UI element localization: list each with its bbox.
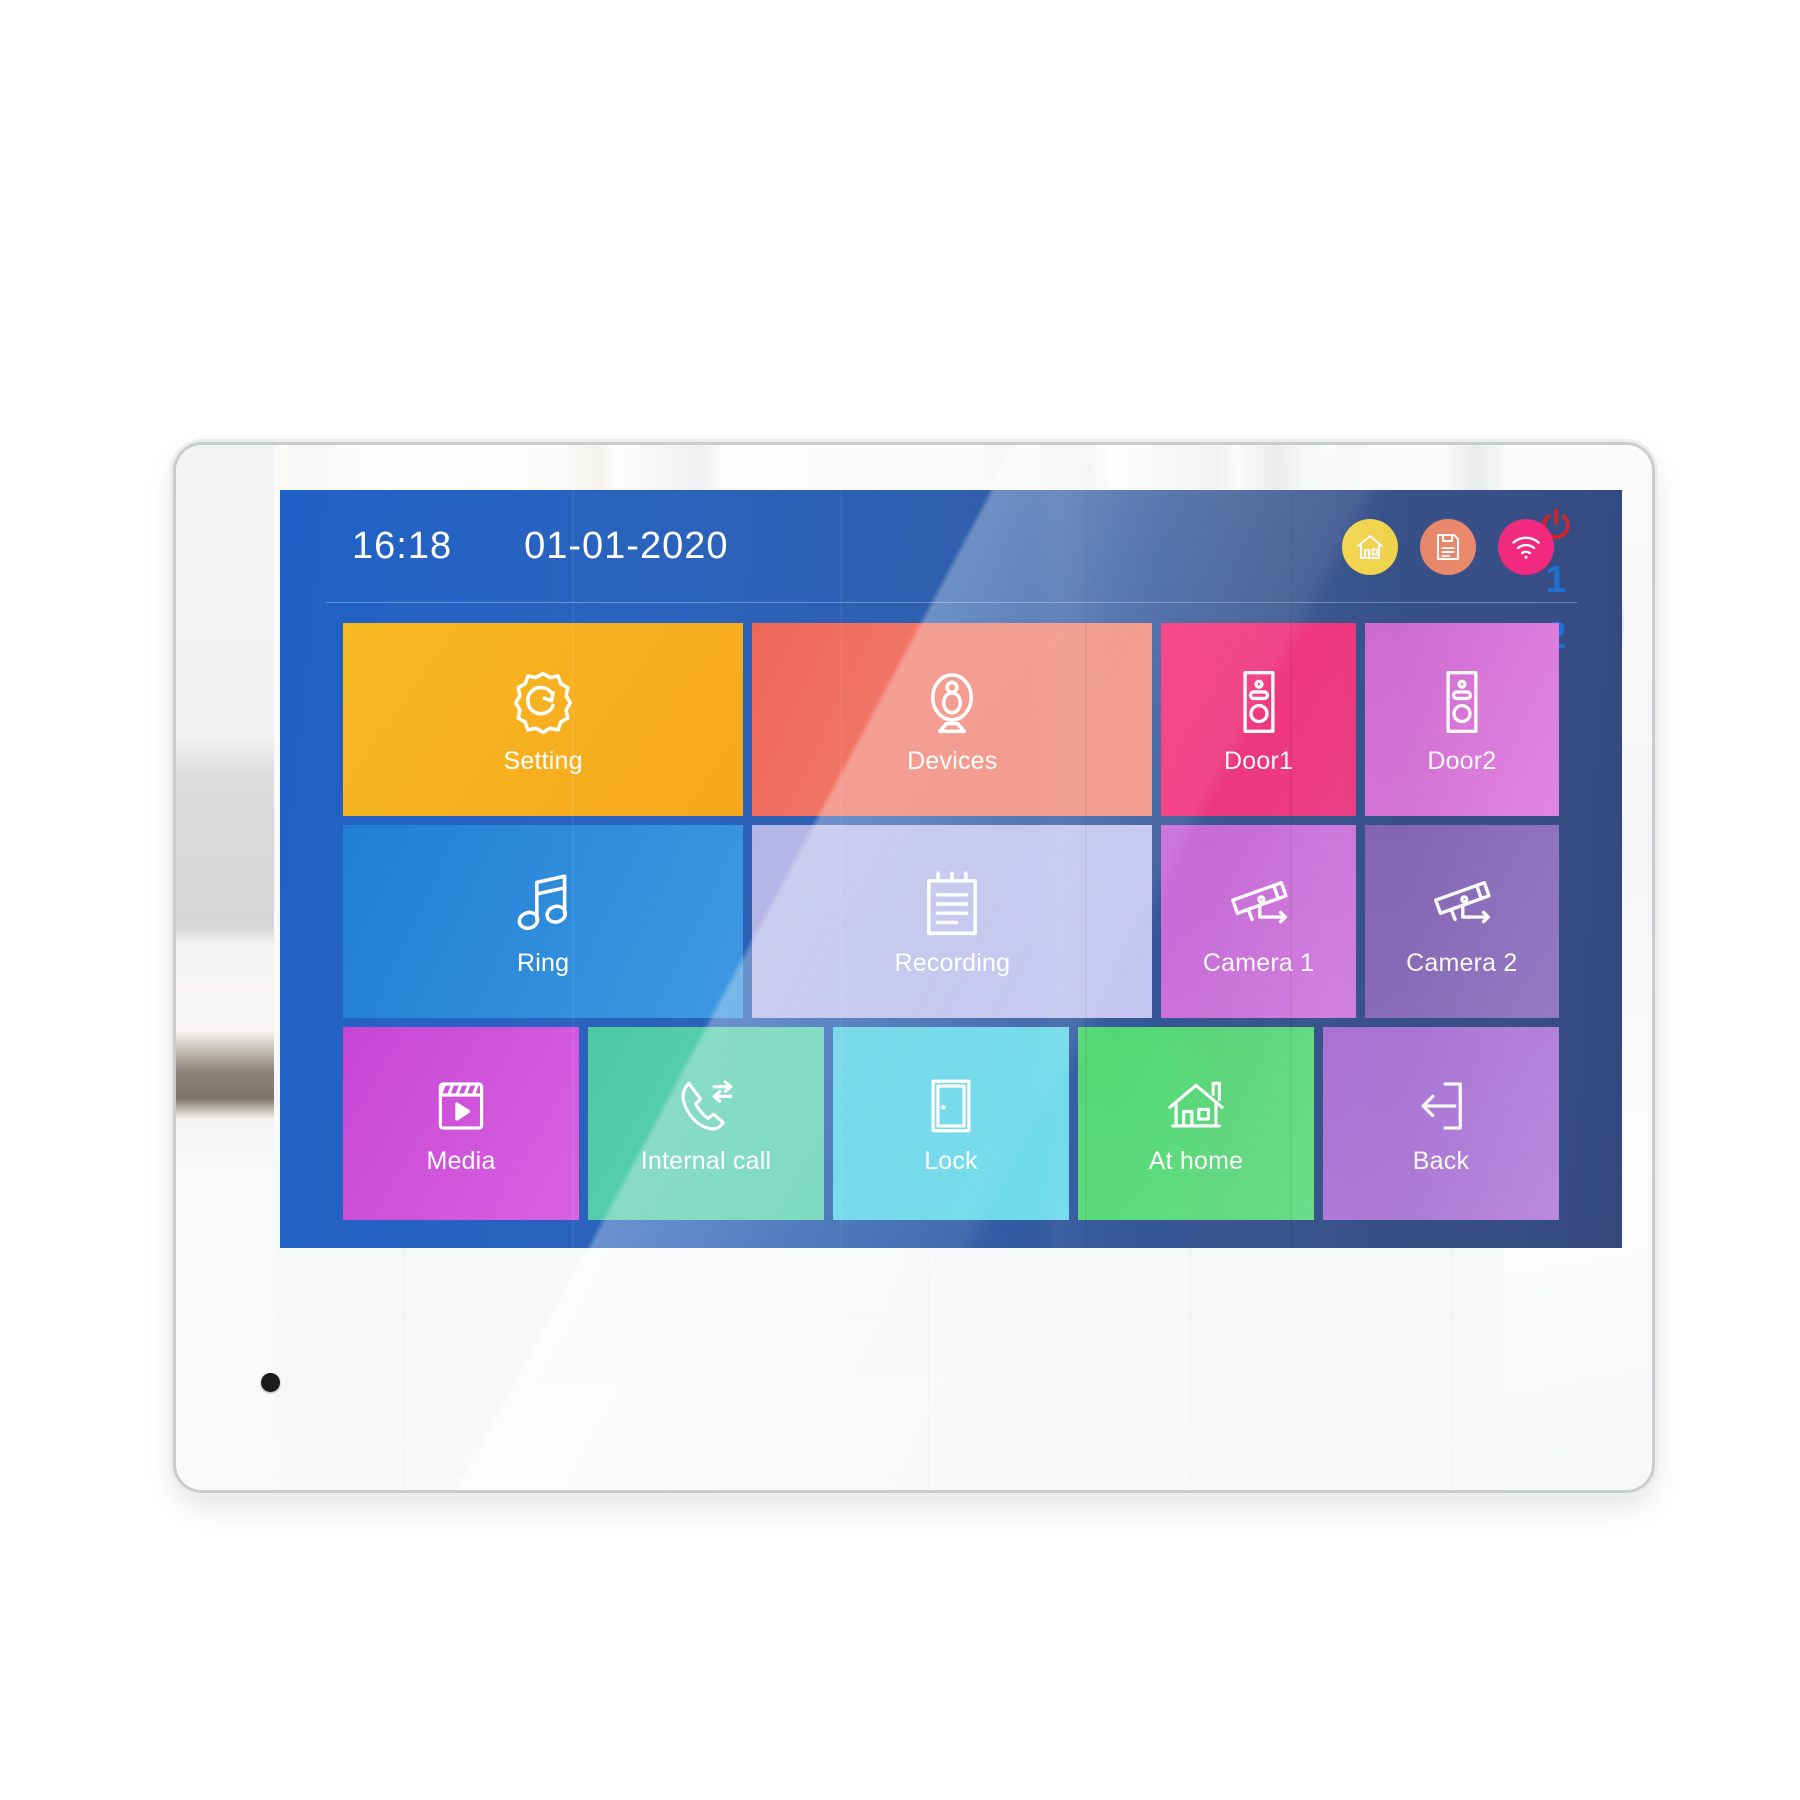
tile-label: Lock [924, 1147, 978, 1175]
clock-date: 01-01-2020 [524, 525, 729, 567]
tile-label: Back [1412, 1147, 1470, 1175]
tile-media[interactable]: Media [343, 1027, 579, 1220]
tile-recording[interactable]: Recording [752, 825, 1153, 1018]
tile-internal-call[interactable]: Internal call [588, 1027, 824, 1220]
app-tile-grid: Setting Devices Door1 Door2 Ring Recordi… [280, 603, 1622, 1248]
tile-label: At home [1148, 1147, 1244, 1175]
clock-time: 16:18 [352, 525, 453, 567]
status-bar: 16:18 01-01-2020 [280, 490, 1622, 603]
tile-at-home[interactable]: At home [1078, 1027, 1314, 1220]
document-icon-glyph [1436, 533, 1460, 560]
document-icon[interactable] [1420, 518, 1476, 575]
tile-camera-2[interactable]: Camera 2 [1364, 825, 1559, 1018]
intercom-device: 16:18 01-01-2020 Setting Devices Door1 D… [176, 445, 1652, 1490]
tile-label: Media [426, 1147, 496, 1175]
tile-row-2: Ring Recording Camera 1 Camera 2 [343, 825, 1559, 1018]
notepad-icon [927, 871, 978, 936]
tile-lock[interactable]: Lock [833, 1027, 1069, 1220]
tile-label: Internal call [640, 1147, 772, 1175]
tile-label: Camera 1 [1202, 949, 1315, 977]
touchscreen[interactable]: 16:18 01-01-2020 Setting Devices Door1 D… [280, 490, 1622, 1248]
gear-icon [514, 671, 573, 735]
home-icon[interactable] [1342, 518, 1398, 575]
tile-label: Door2 [1427, 747, 1497, 775]
bezel-left-reflection [176, 445, 274, 1490]
tile-door2[interactable]: Door2 [1364, 623, 1559, 816]
cctv-icon [1433, 881, 1491, 924]
tile-label: Recording [894, 949, 1011, 977]
tile-label: Setting [503, 747, 583, 775]
wifi-icon[interactable] [1498, 518, 1554, 575]
tile-row-1: Setting Devices Door1 Door2 [343, 623, 1559, 816]
tile-label: Door1 [1224, 747, 1294, 775]
tile-ring[interactable]: Ring [343, 825, 744, 1018]
exit-arrow-icon [1421, 1082, 1462, 1130]
tile-row-3: Media Internal call Lock At home Back [343, 1027, 1559, 1220]
tile-label: Devices [907, 747, 998, 775]
tile-back[interactable]: Back [1323, 1027, 1559, 1220]
home-icon-glyph [1356, 534, 1384, 559]
screenshot-stage: 16:18 01-01-2020 Setting Devices Door1 D… [0, 0, 1800, 1800]
tile-door1[interactable]: Door1 [1161, 623, 1356, 816]
house-icon [1168, 1081, 1224, 1128]
tile-label: Ring [517, 949, 570, 977]
door-icon [931, 1079, 971, 1133]
webcam-icon [931, 673, 974, 734]
doorbell-icon [1446, 671, 1478, 733]
tile-setting[interactable]: Setting [343, 623, 744, 816]
film-play-icon [438, 1082, 484, 1130]
phone-call-icon [681, 1080, 733, 1131]
status-icon-group [1342, 518, 1554, 575]
cctv-icon [1230, 881, 1288, 924]
microphone-pinhole [261, 1373, 280, 1392]
music-note-icon [517, 874, 568, 930]
tile-label: Camera 2 [1406, 949, 1518, 977]
tile-devices[interactable]: Devices [752, 623, 1153, 816]
wifi-icon-glyph [1512, 536, 1540, 559]
tile-camera-1[interactable]: Camera 1 [1161, 825, 1356, 1018]
doorbell-icon [1243, 671, 1275, 733]
